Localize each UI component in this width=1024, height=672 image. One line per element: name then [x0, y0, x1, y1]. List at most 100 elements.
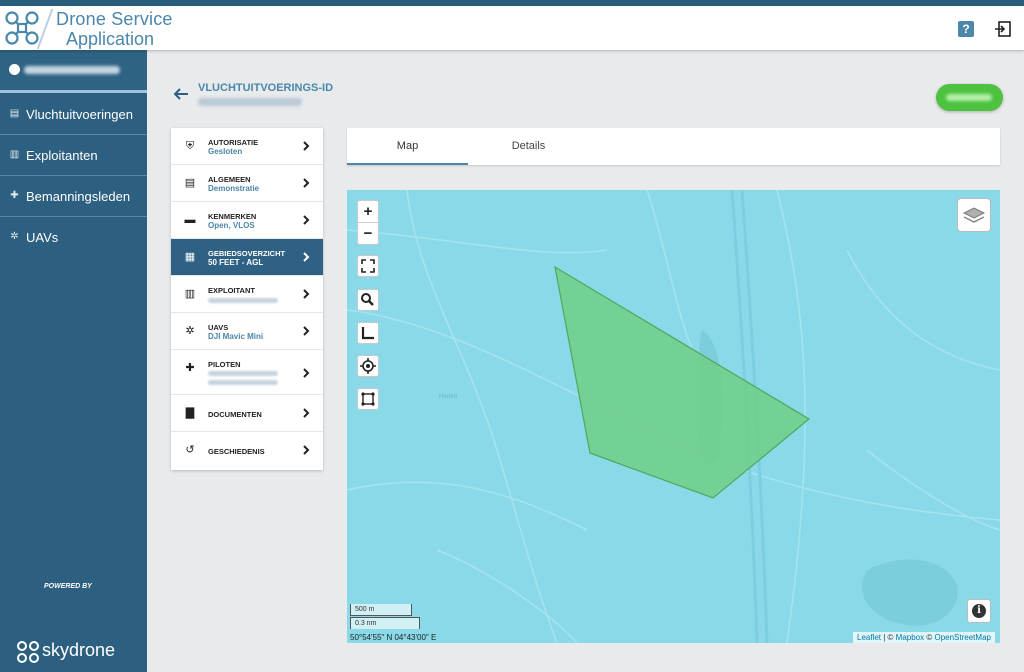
openstreetmap-link[interactable]: OpenStreetMap: [934, 633, 990, 642]
sidebar-item-bemanningsleden[interactable]: ✚ Bemanningsleden: [0, 176, 147, 217]
fit-bounds-icon: [361, 392, 375, 406]
layers-button[interactable]: [957, 198, 991, 232]
sidebar-item-label: Vluchtuitvoeringen: [26, 107, 133, 122]
map-view[interactable]: Herent: [347, 190, 1000, 643]
app-header: Drone Service Application ?: [0, 6, 1024, 50]
building-icon: ▥: [184, 288, 196, 300]
status-text-redacted: [946, 94, 992, 101]
chevron-right-icon: [303, 445, 310, 455]
menu-item-uavs[interactable]: ✲ UAVS DJI Mavic Mini: [171, 313, 323, 350]
zoom-in-button[interactable]: +: [358, 201, 378, 223]
sidebar: ▤ Vluchtuitvoeringen ▥ Exploitanten ✚ Be…: [0, 50, 147, 672]
app-title-line1: Drone Service: [56, 9, 173, 29]
user-divider: [0, 90, 147, 93]
user-profile[interactable]: [0, 50, 147, 92]
crosshair-icon: [360, 358, 376, 374]
menu-item-gebiedsoverzicht[interactable]: ▦ GEBIEDSOVERZICHT 50 FEET - AGL: [171, 239, 323, 276]
powered-by-label: POWERED BY: [44, 583, 92, 590]
building-icon: ▥: [9, 149, 20, 160]
folder-icon: ▬: [184, 214, 196, 226]
flight-id-value-redacted: [198, 98, 302, 106]
scale-bar-metric: 500 m: [350, 604, 412, 616]
fullscreen-button[interactable]: [357, 255, 379, 277]
tab-details[interactable]: Details: [468, 128, 589, 165]
flight-area-polygon[interactable]: [554, 265, 811, 499]
user-name-redacted: [24, 66, 120, 74]
locate-button[interactable]: [357, 355, 379, 377]
info-icon: i: [972, 604, 986, 618]
tab-map[interactable]: Map: [347, 128, 468, 165]
leaflet-link[interactable]: Leaflet: [857, 633, 881, 642]
back-arrow-icon[interactable]: [172, 86, 190, 102]
chevron-right-icon: [303, 368, 310, 378]
person-add-icon: ✚: [185, 362, 195, 374]
flight-detail-menu: ⛨ AUTORISATIE Gesloten ▤ ALGEMEEN Demons…: [171, 128, 323, 470]
search-map-button[interactable]: [357, 289, 379, 311]
drone-logo-icon[interactable]: [4, 10, 40, 46]
map-info-button[interactable]: i: [967, 599, 991, 623]
menu-item-value-redacted: [208, 371, 278, 376]
ruler-icon: [361, 327, 374, 340]
chevron-right-icon: [303, 326, 310, 336]
fullscreen-icon: [361, 259, 375, 273]
menu-item-title: EXPLOITANT: [208, 286, 255, 295]
flight-id-label: VLUCHTUITVOERINGS-ID: [198, 82, 334, 94]
menu-item-title: AUTORISATIE: [208, 138, 259, 147]
scale-bar-nautical: 0.3 nm: [350, 617, 420, 629]
drone-icon: ✲: [185, 325, 195, 337]
map-coordinates: 50°54'55" N 04°43'00" E: [350, 633, 437, 642]
status-badge[interactable]: [936, 84, 1003, 111]
menu-item-title: UAVS: [208, 323, 229, 332]
zoom-out-button[interactable]: −: [358, 223, 378, 245]
menu-item-title: KENMERKEN: [208, 212, 257, 221]
drone-icon: ✲: [10, 231, 19, 242]
chevron-right-icon: [303, 289, 310, 299]
measure-button[interactable]: [357, 322, 379, 344]
document-icon: ▤: [9, 108, 20, 119]
chevron-right-icon: [303, 408, 310, 418]
history-icon: ↺: [185, 444, 195, 456]
menu-item-subtitle: 50 FEET - AGL: [208, 258, 264, 267]
menu-item-title: GESCHIEDENIS: [208, 447, 265, 456]
menu-item-autorisatie[interactable]: ⛨ AUTORISATIE Gesloten: [171, 128, 323, 165]
mapbox-link[interactable]: Mapbox: [896, 633, 924, 642]
attribution-separator: | ©: [881, 633, 896, 642]
chevron-right-icon: [303, 141, 310, 151]
search-icon: [361, 293, 374, 306]
menu-item-title: GEBIEDSOVERZICHT: [208, 249, 286, 258]
chevron-right-icon: [303, 215, 310, 225]
fit-bounds-button[interactable]: [357, 388, 379, 410]
menu-item-subtitle: Demonstratie: [208, 184, 260, 193]
sidebar-item-exploitanten[interactable]: ▥ Exploitanten: [0, 135, 147, 176]
sidebar-item-label: Exploitanten: [26, 148, 98, 163]
menu-item-piloten[interactable]: ✚ PILOTEN: [171, 350, 323, 395]
help-button[interactable]: ?: [958, 21, 974, 37]
menu-item-geschiedenis[interactable]: ↺ GESCHIEDENIS: [171, 432, 323, 469]
menu-item-subtitle: DJI Mavic Mini: [208, 332, 264, 341]
sidebar-item-vluchtuitvoeringen[interactable]: ▤ Vluchtuitvoeringen: [0, 94, 147, 135]
sidebar-item-label: Bemanningsleden: [26, 189, 131, 204]
layers-icon: [962, 207, 986, 223]
sidebar-item-label: UAVs: [26, 230, 59, 245]
menu-item-subtitle: Gesloten: [208, 147, 243, 156]
menu-item-documenten[interactable]: ▇ DOCUMENTEN: [171, 395, 323, 432]
map-canvas: Herent: [347, 190, 1000, 643]
zoom-control: + −: [357, 200, 379, 245]
skydrone-brand: skydrone: [42, 640, 116, 660]
menu-item-algemeen[interactable]: ▤ ALGEMEEN Demonstratie: [171, 165, 323, 202]
menu-item-value-redacted: [208, 380, 278, 385]
view-tabs: Map Details: [347, 128, 1000, 165]
map-street-label: Herent: [439, 394, 457, 400]
logout-icon[interactable]: [994, 20, 1012, 38]
attribution-separator: ©: [924, 633, 935, 642]
shield-icon: ⛨: [185, 140, 195, 152]
file-icon: ▇: [185, 407, 195, 419]
menu-item-title: DOCUMENTEN: [208, 410, 262, 419]
menu-item-kenmerken[interactable]: ▬ KENMERKEN Open, VLOS: [171, 202, 323, 239]
account-icon: [9, 64, 20, 75]
map-icon: ▦: [184, 251, 196, 263]
sidebar-item-uavs[interactable]: ✲ UAVs: [0, 217, 147, 258]
chevron-right-icon: [303, 178, 310, 188]
form-icon: ▤: [184, 177, 196, 189]
menu-item-exploitant[interactable]: ▥ EXPLOITANT: [171, 276, 323, 313]
